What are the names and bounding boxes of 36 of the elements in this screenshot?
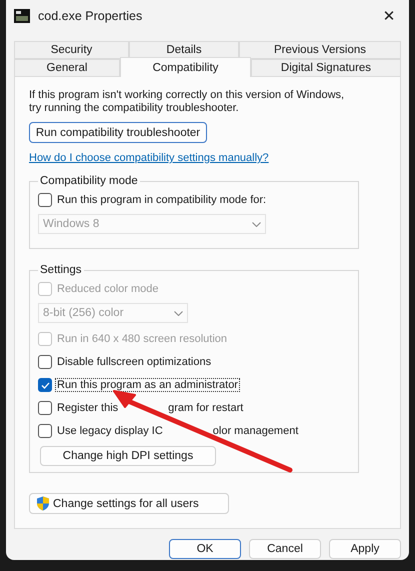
dialog-button[interactable]: OK: [169, 539, 241, 559]
dpi-settings-button[interactable]: Change high DPI settings: [40, 446, 216, 466]
window-title: cod.exe Properties: [38, 9, 144, 23]
checkbox-label: Run this program as an administrator: [56, 379, 239, 391]
checkbox-label: Disable fullscreen optimizations: [56, 356, 212, 368]
dialog-button[interactable]: Apply: [329, 539, 401, 559]
help-link[interactable]: How do I choose compatibility settings manually?: [29, 152, 269, 164]
checkbox[interactable]: [38, 378, 52, 392]
dialog-button[interactable]: Cancel: [249, 539, 321, 559]
checkbox-label: gram for restart: [167, 402, 244, 414]
all-users-button[interactable]: Change settings for all users: [29, 493, 229, 514]
checkbox-label: Register this: [56, 402, 120, 414]
chevron-icon: [174, 310, 183, 316]
checkbox[interactable]: [38, 355, 52, 369]
intro-text: If this program isn't working correctly on this version of Windows, try running the compatibility troubleshooter.: [29, 89, 346, 115]
shield-icon: [36, 496, 50, 511]
tab[interactable]: Digital Signatures: [251, 59, 401, 77]
troubleshooter-button[interactable]: Run compatibility troubleshooter: [29, 122, 207, 143]
tab[interactable]: Previous Versions: [239, 41, 401, 59]
group-title: Settings: [39, 264, 83, 276]
chevron-icon: [252, 222, 261, 226]
close-button[interactable]: ✕: [369, 1, 409, 31]
checkbox-label: olor management: [212, 425, 300, 437]
checkbox-label: Reduced color mode: [56, 283, 160, 295]
tab[interactable]: General: [14, 59, 120, 77]
checkbox-label: Run this program in compatibility mode for:: [56, 194, 268, 206]
checkbox-label: Use legacy display IC: [56, 425, 164, 437]
checkbox-label: Run in 640 x 480 screen resolution: [56, 333, 228, 345]
tab[interactable]: Compatibility: [120, 57, 251, 77]
check-icon: [40, 382, 50, 388]
app-icon: [14, 9, 30, 23]
tab[interactable]: Security: [14, 41, 129, 59]
checkbox[interactable]: [38, 424, 52, 438]
checkbox[interactable]: [38, 401, 52, 415]
checkbox[interactable]: [38, 193, 52, 207]
group-title: Compatibility mode: [39, 175, 139, 187]
